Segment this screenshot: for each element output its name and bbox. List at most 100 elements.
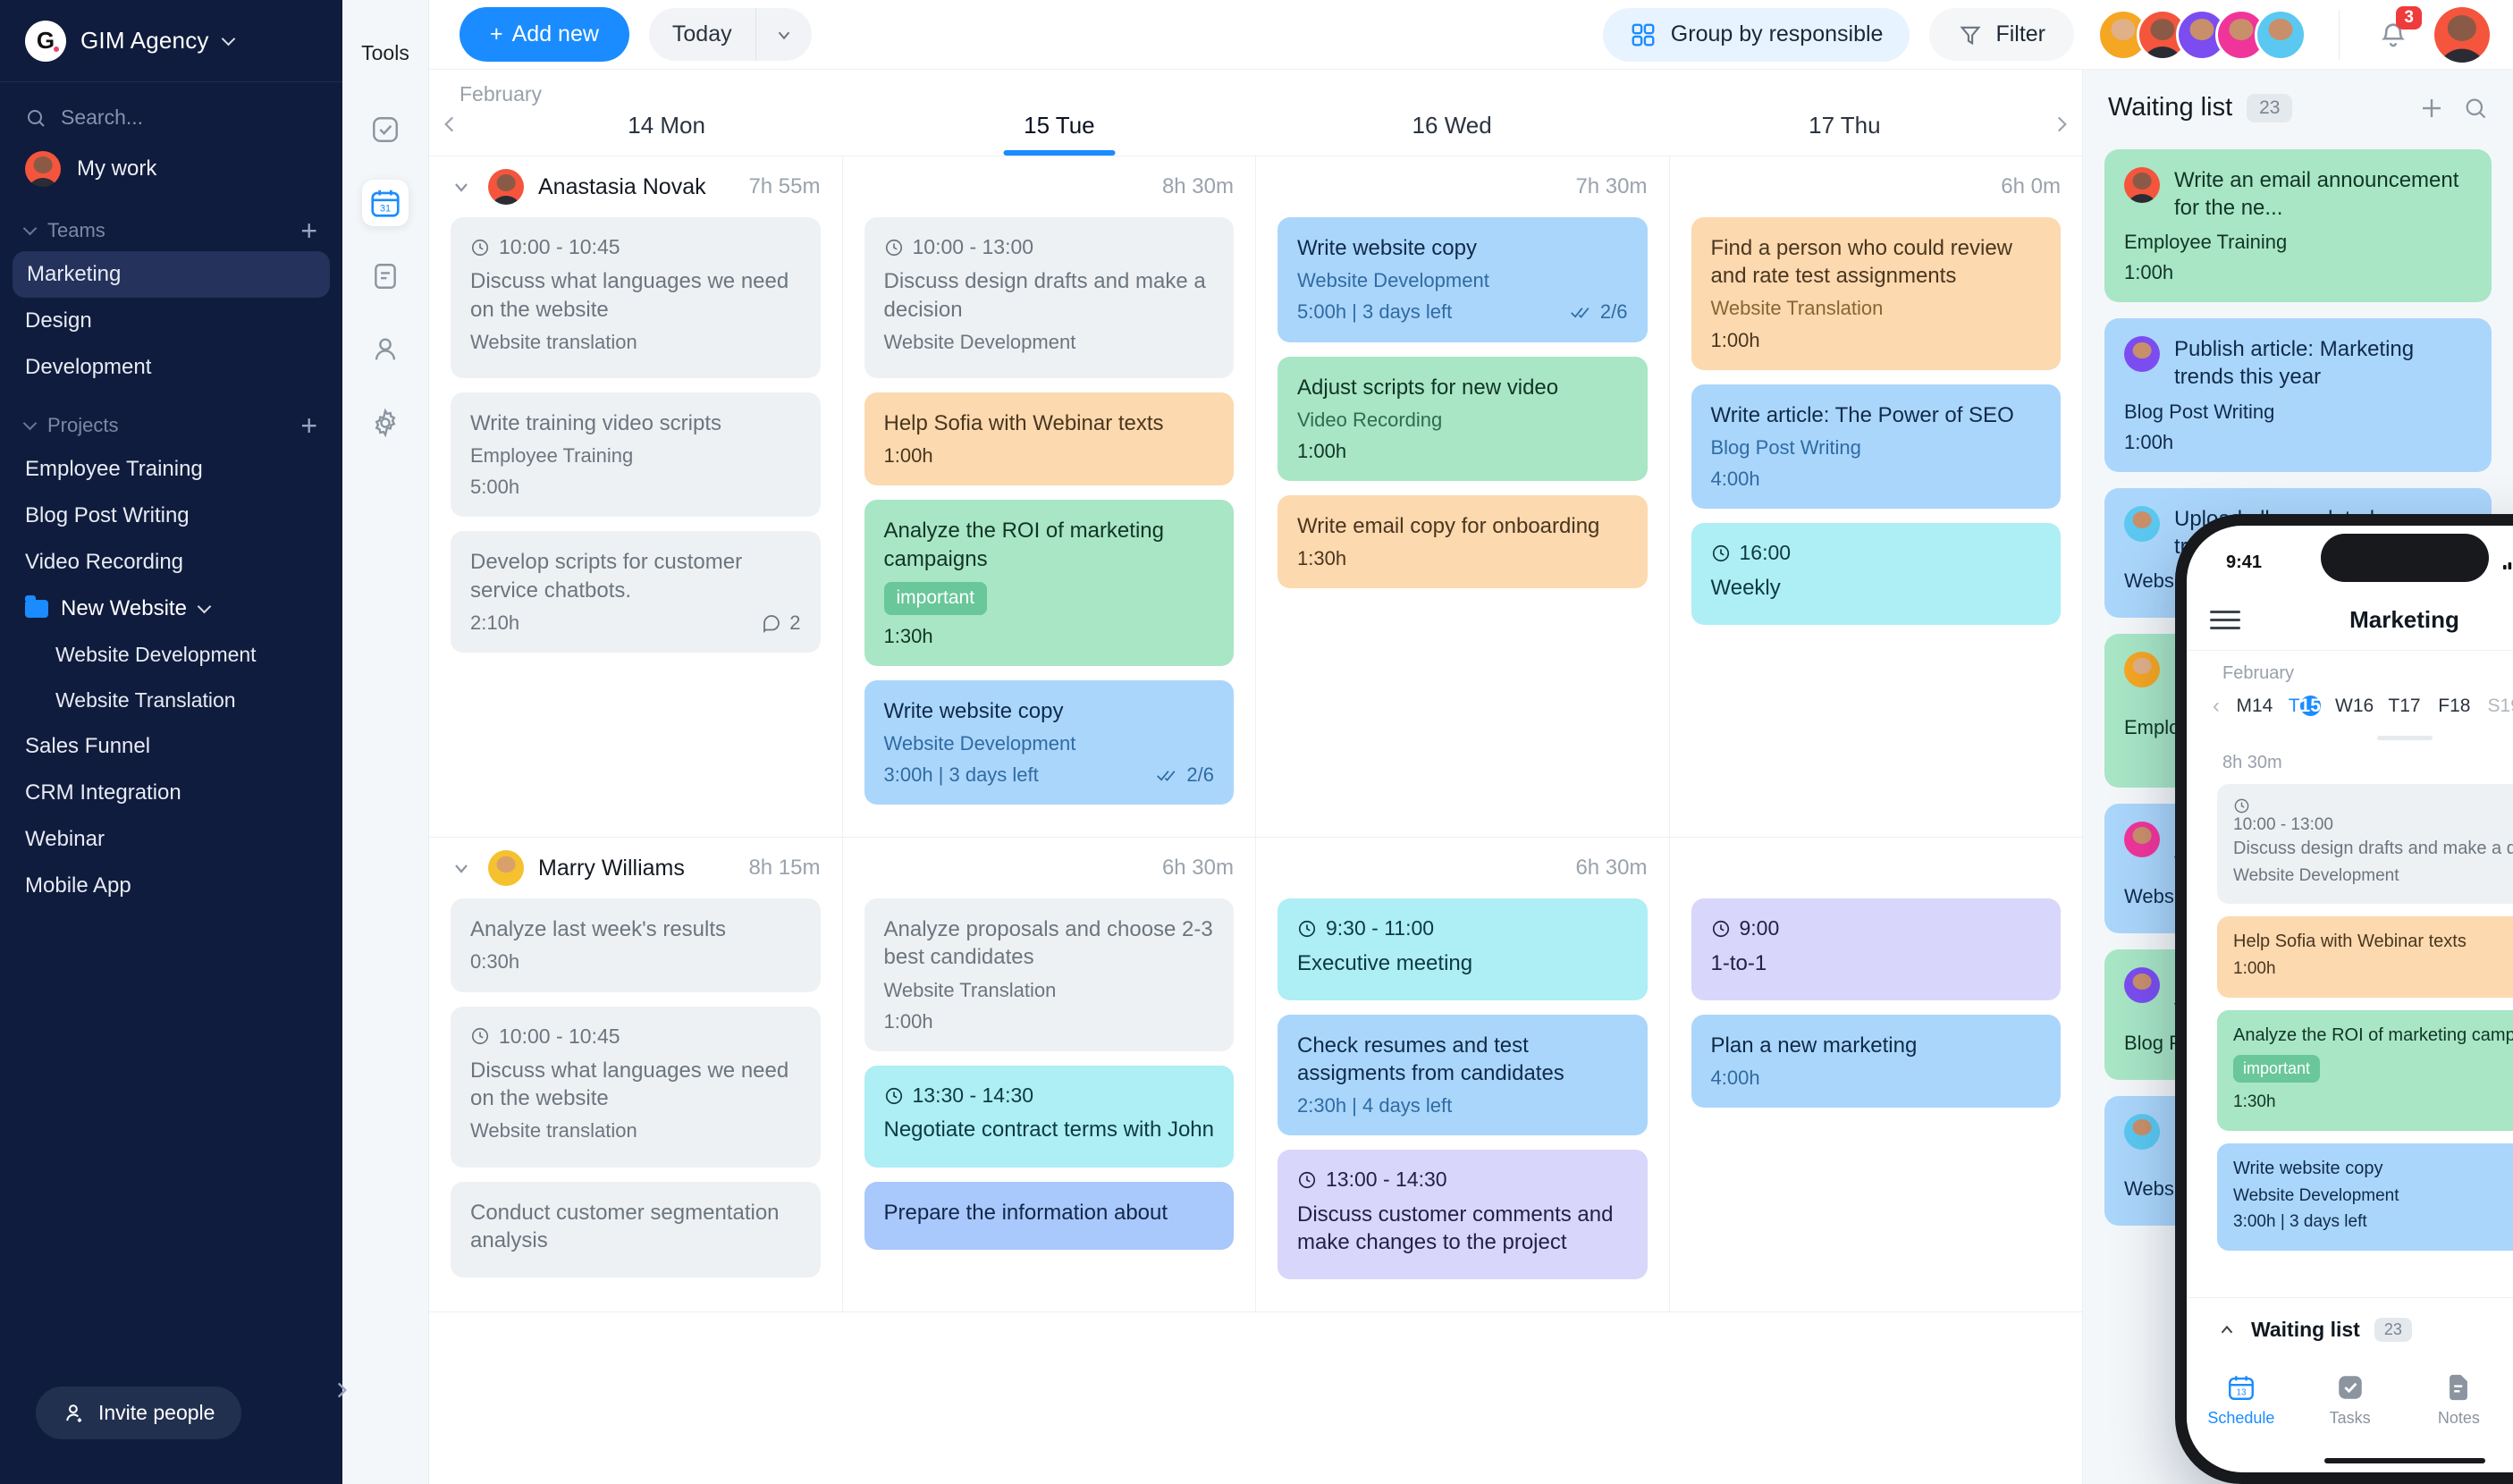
- tab-tasks[interactable]: Tasks: [2296, 1372, 2405, 1428]
- row-owner-header[interactable]: Marry Williams 8h 15m: [451, 838, 821, 898]
- phone-day-19[interactable]: S19: [2479, 687, 2513, 725]
- sidebar-item-crm-integration[interactable]: CRM Integration: [0, 770, 342, 816]
- task-title: Prepare the information about: [883, 1200, 1168, 1225]
- sidebar-item-my-work[interactable]: My work: [0, 140, 342, 196]
- phone-day-18[interactable]: F18: [2429, 687, 2479, 725]
- chevron-up-icon[interactable]: [2217, 1320, 2237, 1340]
- prev-week-button[interactable]: [429, 113, 470, 156]
- plus-icon[interactable]: [2418, 95, 2445, 122]
- avatar[interactable]: [2255, 8, 2306, 61]
- calendar-day-14[interactable]: 14 Mon: [470, 112, 863, 156]
- tool-calendar-button[interactable]: 31: [362, 180, 409, 226]
- sidebar-item-marketing[interactable]: Marketing: [13, 251, 330, 298]
- task-card[interactable]: 10:00 - 10:45 Discuss what languages we …: [451, 217, 821, 378]
- task-card[interactable]: Plan a new marketing 4:00h: [1691, 1014, 2061, 1109]
- task-card[interactable]: 13:30 - 14:30 Negotiate contract terms w…: [864, 1065, 1234, 1168]
- owner-name: Anastasia Novak: [538, 173, 706, 199]
- task-card[interactable]: Prepare the information about: [864, 1181, 1234, 1250]
- task-card[interactable]: Write website copy Website Development 3…: [864, 679, 1234, 805]
- workspace-switcher[interactable]: G GIM Agency: [0, 0, 342, 82]
- plus-icon[interactable]: +: [300, 216, 317, 245]
- filter-button[interactable]: Filter: [1929, 8, 2074, 61]
- phone-waiting-list-bar[interactable]: Waiting list 23 +: [2187, 1297, 2513, 1362]
- task-card[interactable]: Analyze proposals and choose 2-3 best ca…: [864, 898, 1234, 1051]
- next-week-button[interactable]: [2041, 113, 2082, 156]
- hamburger-icon[interactable]: [2210, 611, 2240, 629]
- task-card[interactable]: Analyze the ROI of marketing campaigns i…: [864, 500, 1234, 666]
- task-card[interactable]: 9:00 1-to-1: [1691, 898, 2061, 1000]
- phone-day-17[interactable]: T17: [2380, 687, 2430, 725]
- main-area: + Add new Today Group by responsible Fil…: [429, 0, 2513, 1484]
- chevron-down-icon[interactable]: [451, 176, 474, 198]
- plus-icon[interactable]: +: [300, 411, 317, 440]
- task-card[interactable]: Write website copy Website Development 5…: [1278, 217, 1648, 342]
- invite-people-button[interactable]: Invite people: [36, 1387, 242, 1439]
- phone-week-strip: ‹ M14 T15 W16 T17 F18 S19 S20 ›: [2187, 687, 2513, 734]
- task-card[interactable]: Check resumes and test assigments from c…: [1278, 1014, 1648, 1136]
- add-new-button[interactable]: + Add new: [460, 7, 629, 62]
- group-by-responsible-button[interactable]: Group by responsible: [1602, 7, 1910, 62]
- phone-day-16[interactable]: W16: [2330, 687, 2380, 725]
- task-title: Write article: The Power of SEO: [1710, 402, 2014, 427]
- calendar-day-16[interactable]: 16 Wed: [1256, 112, 1649, 156]
- task-meta: 1:00h: [2124, 431, 2472, 454]
- sidebar-item-sales-funnel[interactable]: Sales Funnel: [0, 723, 342, 770]
- calendar-day-15[interactable]: 15 Tue: [863, 112, 1255, 156]
- avatar[interactable]: [2434, 6, 2490, 63]
- sidebar-folder-new-website[interactable]: New Website: [0, 586, 342, 632]
- sidebar-item-design[interactable]: Design: [0, 298, 342, 344]
- member-avatars[interactable]: [2097, 8, 2306, 61]
- row-owner-header[interactable]: Anastasia Novak 7h 55m: [451, 156, 821, 217]
- tool-tasks-button[interactable]: [362, 106, 409, 153]
- sidebar-item-website-translation[interactable]: Website Translation: [0, 678, 342, 723]
- tab-notes[interactable]: Notes: [2405, 1372, 2513, 1428]
- task-card[interactable]: 10:00 - 13:00 Discuss design drafts and …: [864, 217, 1234, 378]
- tab-schedule[interactable]: 13 Schedule: [2187, 1372, 2296, 1428]
- task-card[interactable]: 10:00 - 13:00 Discuss design drafts and …: [2217, 784, 2513, 905]
- drag-handle[interactable]: [2376, 736, 2433, 740]
- task-card[interactable]: Analyze the ROI of marketing campaigns i…: [2217, 1010, 2513, 1132]
- task-card[interactable]: Develop scripts for customer service cha…: [451, 531, 821, 653]
- task-card[interactable]: Conduct customer segmentation analysis: [451, 1181, 821, 1277]
- search-input[interactable]: Search...: [0, 82, 342, 140]
- waiting-list-item[interactable]: Publish article: Marketing trends this y…: [2104, 318, 2492, 472]
- projects-section-header[interactable]: Projects +: [0, 391, 342, 446]
- task-card[interactable]: Analyze last week's results 0:30h: [451, 898, 821, 992]
- sidebar-item-website-development[interactable]: Website Development: [0, 632, 342, 678]
- task-card[interactable]: Adjust scripts for new video Video Recor…: [1278, 356, 1648, 481]
- tab-label: Notes: [2437, 1409, 2480, 1427]
- task-title: Write an email announcement for the ne..…: [2174, 168, 2459, 220]
- task-card[interactable]: 10:00 - 10:45 Discuss what languages we …: [451, 1006, 821, 1168]
- phone-day-15[interactable]: T15: [2280, 687, 2330, 725]
- task-card[interactable]: Find a person who could review and rate …: [1691, 217, 2061, 370]
- task-card[interactable]: Write website copy Website Development 3…: [2217, 1143, 2513, 1251]
- chevron-left-icon[interactable]: ‹: [2203, 694, 2230, 719]
- task-card[interactable]: 13:00 - 14:30 Discuss customer comments …: [1278, 1150, 1648, 1280]
- sidebar-item-webinar[interactable]: Webinar: [0, 816, 342, 863]
- sidebar-item-blog-post-writing[interactable]: Blog Post Writing: [0, 493, 342, 539]
- calendar-day-17[interactable]: 17 Thu: [1649, 112, 2041, 156]
- waiting-list-item[interactable]: Write an email announcement for the ne..…: [2104, 149, 2492, 303]
- sidebar-collapse-handle[interactable]: [326, 1375, 357, 1405]
- notifications-button[interactable]: 3: [2372, 5, 2422, 56]
- chevron-down-icon[interactable]: [756, 8, 812, 61]
- task-card[interactable]: 9:30 - 11:00 Executive meeting: [1278, 898, 1648, 1000]
- tool-notes-button[interactable]: [362, 253, 409, 299]
- tool-people-button[interactable]: [362, 326, 409, 373]
- sidebar-item-mobile-app[interactable]: Mobile App: [0, 863, 342, 909]
- task-card[interactable]: Write email copy for onboarding 1:30h: [1278, 495, 1648, 589]
- task-card[interactable]: 16:00 Weekly: [1691, 523, 2061, 625]
- chevron-down-icon[interactable]: [451, 857, 474, 879]
- sidebar-item-employee-training[interactable]: Employee Training: [0, 446, 342, 493]
- task-card[interactable]: Help Sofia with Webinar texts 1:00h: [2217, 916, 2513, 999]
- today-selector[interactable]: Today: [648, 8, 812, 61]
- sidebar-item-video-recording[interactable]: Video Recording: [0, 539, 342, 586]
- sidebar-item-development[interactable]: Development: [0, 344, 342, 391]
- phone-day-14[interactable]: M14: [2230, 687, 2280, 725]
- search-icon[interactable]: [2463, 96, 2488, 121]
- tool-settings-button[interactable]: [362, 400, 409, 446]
- teams-section-header[interactable]: Teams +: [0, 196, 342, 251]
- task-card[interactable]: Help Sofia with Webinar texts 1:00h: [864, 392, 1234, 486]
- task-card[interactable]: Write article: The Power of SEO Blog Pos…: [1691, 384, 2061, 510]
- task-card[interactable]: Write training video scripts Employee Tr…: [451, 392, 821, 518]
